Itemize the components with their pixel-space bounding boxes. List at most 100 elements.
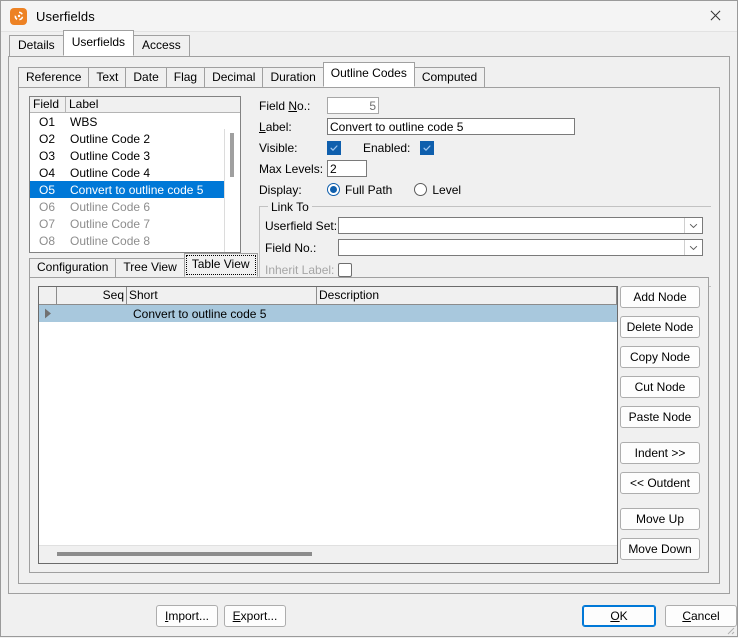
radio-level[interactable]: Level: [414, 183, 461, 197]
delete-node-button[interactable]: Delete Node: [620, 316, 700, 338]
list-item[interactable]: O8 Outline Code 8: [30, 232, 240, 249]
list-item-field: O3: [30, 149, 66, 163]
outdent-button[interactable]: << Outdent: [620, 472, 700, 494]
list-item-label: Outline Code 3: [66, 149, 240, 163]
radio-level-label: Level: [432, 183, 461, 197]
list-item[interactable]: O2 Outline Code 2: [30, 130, 240, 147]
tab-access[interactable]: Access: [133, 35, 190, 56]
column-header-label[interactable]: Label: [66, 97, 240, 113]
view-tab-strip: Configuration Tree View Table View: [29, 258, 709, 277]
max-levels-input[interactable]: 2: [327, 160, 367, 177]
node-action-buttons: Add Node Delete Node Copy Node Cut Node …: [620, 286, 700, 568]
table-row[interactable]: Convert to outline code 5: [39, 305, 617, 322]
tab-configuration[interactable]: Configuration: [29, 258, 116, 277]
link-field-no-row: Field No.:: [260, 238, 711, 257]
resize-grip[interactable]: [723, 623, 735, 635]
app-swirl-icon: [10, 8, 27, 25]
scrollbar-thumb[interactable]: [230, 133, 234, 177]
column-header-indicator[interactable]: [39, 287, 57, 304]
list-item[interactable]: O6 Outline Code 6: [30, 198, 240, 215]
cut-node-button[interactable]: Cut Node: [620, 376, 700, 398]
row-arrow-icon: [39, 308, 57, 319]
tab-outline-codes[interactable]: Outline Codes: [323, 62, 415, 87]
radio-full-path[interactable]: Full Path: [327, 183, 392, 197]
top-area: Field Label O1 WBS O2 Outline Code 2: [19, 88, 719, 256]
node-table-body: Convert to outline code 5: [39, 305, 617, 545]
list-item-label: Outline Code 8: [66, 234, 240, 248]
link-to-legend: Link To: [268, 200, 312, 214]
list-item-label: Outline Code 7: [66, 217, 240, 231]
field-list-scrollbar[interactable]: [224, 129, 240, 252]
tab-tree-view[interactable]: Tree View: [115, 258, 184, 277]
tab-date[interactable]: Date: [125, 67, 166, 87]
tab-details[interactable]: Details: [9, 35, 64, 56]
dialog-footer: Import... Export... OK Cancel: [1, 594, 737, 636]
chevron-down-icon[interactable]: [684, 240, 702, 255]
list-item-selected[interactable]: O5 Convert to outline code 5: [30, 181, 240, 198]
list-item-label: Outline Code 2: [66, 132, 240, 146]
table-view-panel: Seq Short Description Convert to outline…: [29, 277, 709, 573]
link-field-no-combo[interactable]: [338, 239, 703, 256]
userfields-tab-panel: Reference Text Date Flag Decimal Duratio…: [8, 56, 730, 594]
label-caption: Label:: [259, 120, 327, 134]
ok-button[interactable]: OK: [582, 605, 656, 627]
import-button[interactable]: Import...: [156, 605, 218, 627]
tab-flag[interactable]: Flag: [166, 67, 205, 87]
indent-button[interactable]: Indent >>: [620, 442, 700, 464]
add-node-button[interactable]: Add Node: [620, 286, 700, 308]
list-item[interactable]: O4 Outline Code 4: [30, 164, 240, 181]
userfield-set-label: Userfield Set:: [265, 219, 338, 233]
field-no-row: Field No.: 5: [259, 96, 711, 115]
max-levels-row: Max Levels: 2: [259, 159, 711, 178]
copy-node-button[interactable]: Copy Node: [620, 346, 700, 368]
move-up-button[interactable]: Move Up: [620, 508, 700, 530]
list-item[interactable]: O7 Outline Code 7: [30, 215, 240, 232]
label-row: Label: Convert to outline code 5: [259, 117, 711, 136]
column-header-description[interactable]: Description: [317, 287, 617, 304]
tab-computed[interactable]: Computed: [414, 67, 485, 87]
enabled-checkbox[interactable]: [420, 141, 434, 155]
window-title: Userfields: [36, 9, 95, 24]
userfield-set-row: Userfield Set:: [260, 216, 711, 235]
list-item-field: O6: [30, 200, 66, 214]
display-row: Display: Full Path Level: [259, 180, 711, 199]
column-header-seq[interactable]: Seq: [57, 287, 127, 304]
tab-userfields[interactable]: Userfields: [63, 30, 134, 56]
paste-node-button[interactable]: Paste Node: [620, 406, 700, 428]
node-table-header: Seq Short Description: [39, 287, 617, 305]
chevron-down-icon[interactable]: [684, 218, 702, 233]
list-item-field: O8: [30, 234, 66, 248]
tab-decimal[interactable]: Decimal: [204, 67, 263, 87]
radio-level-indicator: [414, 183, 427, 196]
visible-checkbox[interactable]: [327, 141, 341, 155]
move-down-button[interactable]: Move Down: [620, 538, 700, 560]
tab-duration[interactable]: Duration: [262, 67, 323, 87]
outer-tab-strip: Details Userfields Access: [1, 34, 737, 56]
tab-table-view[interactable]: Table View: [184, 253, 258, 277]
list-item-label: WBS: [66, 115, 240, 129]
list-item-label: Outline Code 4: [66, 166, 240, 180]
list-item-label: Outline Code 6: [66, 200, 240, 214]
userfield-set-value: [339, 218, 684, 233]
list-item[interactable]: O3 Outline Code 3: [30, 147, 240, 164]
list-item[interactable]: O1 WBS: [30, 113, 240, 130]
export-button[interactable]: Export...: [224, 605, 286, 627]
userfield-set-combo[interactable]: [338, 217, 703, 234]
node-table: Seq Short Description Convert to outline…: [38, 286, 618, 564]
visible-label: Visible:: [259, 141, 327, 155]
userfields-dialog: Userfields Details Userfields Access Ref…: [0, 0, 738, 637]
field-list[interactable]: Field Label O1 WBS O2 Outline Code 2: [29, 96, 241, 253]
list-item-field: O7: [30, 217, 66, 231]
link-field-no-label: Field No.:: [265, 241, 338, 255]
close-icon[interactable]: [693, 1, 737, 30]
tab-text[interactable]: Text: [88, 67, 126, 87]
column-header-field[interactable]: Field: [30, 97, 66, 113]
tab-reference[interactable]: Reference: [18, 67, 89, 87]
label-input[interactable]: Convert to outline code 5: [327, 118, 575, 135]
field-no-value: 5: [327, 97, 379, 114]
node-table-hscrollbar[interactable]: [39, 545, 617, 563]
column-header-short[interactable]: Short: [127, 287, 317, 304]
list-item-field: O2: [30, 132, 66, 146]
scrollbar-thumb[interactable]: [57, 552, 312, 556]
radio-full-path-indicator: [327, 183, 340, 196]
